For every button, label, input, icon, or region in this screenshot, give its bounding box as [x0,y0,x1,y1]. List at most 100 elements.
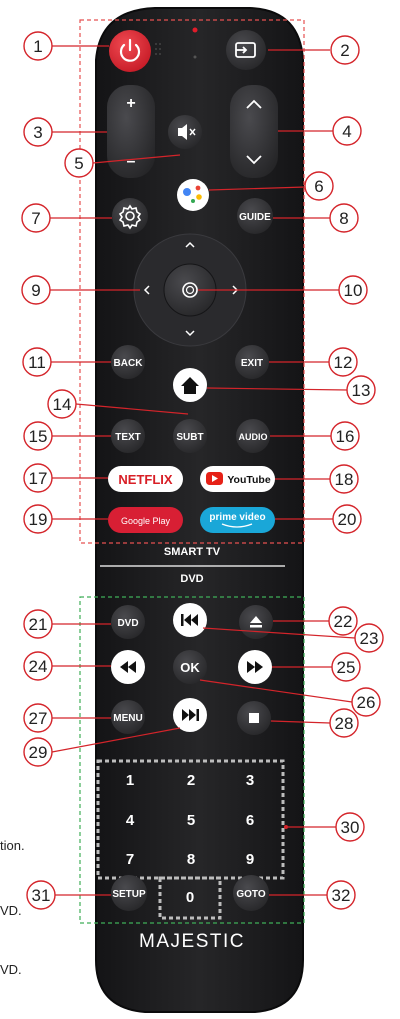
callout-16: 16 [330,421,360,451]
callout-3: 3 [23,117,53,147]
callout-20: 20 [332,504,362,534]
google-assistant-button[interactable] [177,179,209,211]
goto-label: GOTO [236,889,265,900]
digit-2-button[interactable]: 2 [187,772,195,789]
ok-label: OK [180,660,200,675]
dvd-label: DVD [180,573,203,585]
digit-4-button[interactable]: 4 [126,812,135,829]
callout-number: 21 [29,615,48,634]
power-button[interactable] [109,30,151,72]
channel-rocker[interactable] [230,85,278,178]
goto-button[interactable]: GOTO [233,875,269,911]
digit-6-button[interactable]: 6 [246,812,254,829]
callout-number: 13 [352,381,371,400]
dvd-button[interactable]: DVD [111,605,145,639]
volume-rocker[interactable]: + – [107,85,155,178]
ok-button[interactable]: OK [173,650,207,684]
callout-23: 23 [354,623,384,653]
callout-number: 12 [334,353,353,372]
callout-number: 1 [33,37,42,56]
prime-video-button[interactable]: prime video [200,507,275,533]
digit-7-button[interactable]: 7 [126,851,134,868]
digit-3-button[interactable]: 3 [246,772,254,789]
callout-30-dot [284,825,288,829]
callout-number: 28 [335,714,354,733]
volume-down-label: – [127,153,136,170]
callout-number: 25 [337,658,356,677]
callout-number: 19 [29,510,48,529]
callout-13: 13 [346,375,376,405]
callout-19: 19 [23,504,53,534]
previous-button[interactable] [173,603,207,637]
text-button[interactable]: TEXT [111,419,145,453]
digit-1-label: 1 [126,772,134,789]
audio-button[interactable]: AUDIO [236,419,270,453]
callout-number: 20 [338,510,357,529]
rewind-button[interactable] [111,650,145,684]
callout-number: 23 [360,629,379,648]
digit-0-button[interactable]: 0 [186,889,194,906]
exit-label: EXIT [241,358,263,369]
setup-button[interactable]: SETUP [111,875,147,911]
callout-2: 2 [330,35,360,65]
callout-11: 11 [22,347,52,377]
callout-29: 29 [23,737,53,767]
digit-8-label: 8 [187,851,195,868]
next-button[interactable] [173,698,207,732]
guide-label: GUIDE [239,212,271,223]
home-button[interactable] [173,368,207,402]
callout-8: 8 [329,203,359,233]
mute-button[interactable] [168,115,202,149]
input-source-button[interactable] [226,30,266,70]
eject-button[interactable] [239,605,273,639]
stop-button[interactable] [237,701,271,735]
callout-24: 24 [23,651,53,681]
digit-4-label: 4 [126,812,135,829]
settings-button[interactable] [112,198,148,234]
callout-number: 2 [340,41,349,60]
callout-number: 18 [335,470,354,489]
callout-number: 11 [28,353,46,372]
remote-diagram: SMART TV DVD + – GUIDE BACK EXIT TEXT SU… [21,7,384,1013]
callout-1: 1 [23,31,53,61]
digit-8-button[interactable]: 8 [187,851,195,868]
callout-number: 29 [29,743,48,762]
callout-number: 6 [314,177,323,196]
subtitle-button[interactable]: SUBT [173,419,207,453]
callout-number: 24 [29,657,48,676]
callout-7: 7 [21,203,51,233]
digit-9-label: 9 [246,851,254,868]
prime-video-label: prime video [209,512,265,523]
digit-5-button[interactable]: 5 [187,812,195,829]
setup-label: SETUP [112,889,146,900]
callout-number: 7 [31,209,40,228]
indicator-led [192,27,198,33]
exit-button[interactable]: EXIT [235,345,269,379]
callout-26: 26 [351,687,381,717]
google-play-button[interactable]: Google Play [108,507,183,533]
menu-button[interactable]: MENU [111,700,145,734]
callout-number: 30 [341,818,360,837]
callout-number: 14 [53,395,72,414]
callout-30: 30 [335,812,365,842]
callout-12: 12 [328,347,358,377]
dvd-button-label: DVD [117,618,138,629]
subtitle-label: SUBT [176,432,203,443]
fast-forward-button[interactable] [238,650,272,684]
callout-17: 17 [23,463,53,493]
guide-button[interactable]: GUIDE [237,198,273,234]
callout-6: 6 [304,171,334,201]
youtube-button[interactable]: YouTube [200,466,275,492]
callout-number: 15 [29,427,48,446]
audio-label: AUDIO [239,432,268,442]
callout-5: 5 [64,148,94,178]
netflix-button[interactable]: NETFLIX [108,466,183,492]
back-button[interactable]: BACK [111,345,145,379]
digit-3-label: 3 [246,772,254,789]
digit-0-label: 0 [186,889,194,906]
text-label: TEXT [115,432,141,443]
callout-number: 9 [31,281,40,300]
digit-1-button[interactable]: 1 [126,772,134,789]
digit-9-button[interactable]: 9 [246,851,254,868]
callout-14: 14 [47,389,77,419]
